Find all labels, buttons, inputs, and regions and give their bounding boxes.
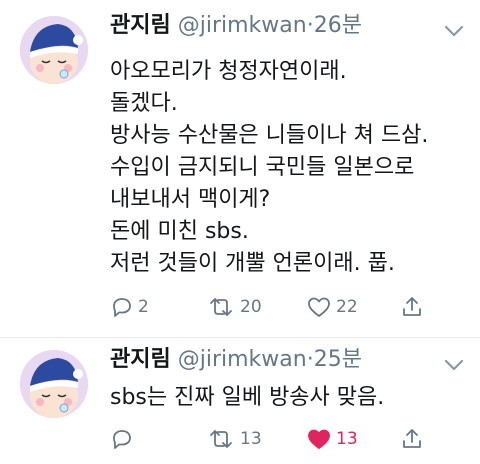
like-button[interactable]: 22 [306, 292, 358, 322]
display-name[interactable]: 관지림 [110, 347, 171, 372]
tweet-text-line: 저런 것들이 개뿔 언론이래. 풉. [110, 251, 395, 276]
display-name[interactable]: 관지림 [110, 13, 171, 38]
tweet-text-line: sbs는 진짜 일베 방송사 맞음. [110, 385, 385, 410]
tweet[interactable]: 관지림 @jirimkwan·25분 sbs는 진짜 일베 방송사 맞음. 13… [0, 338, 480, 464]
reply-icon [113, 298, 131, 317]
user-handle[interactable]: @jirimkwan [178, 347, 307, 372]
tweet-text: sbs는 진짜 일베 방송사 맞음. [110, 382, 384, 414]
retweet-button[interactable]: 20 [206, 292, 262, 322]
tweet-text-line: 내보내서 맥이게? [110, 187, 271, 212]
like-count: 22 [336, 297, 358, 317]
chevron-down-icon[interactable] [444, 358, 464, 372]
separator: · [306, 347, 314, 372]
tweet[interactable]: 관지림 @jirimkwan·26분 아오모리가 청정자연이래. 돌겠다. 방사… [0, 0, 480, 338]
tweet-text: 아오모리가 청정자연이래. 돌겠다. 방사능 수산물은 니들이나 쳐 드삼. 수… [110, 56, 428, 280]
avatar-illustration [20, 16, 88, 84]
chevron-down-icon[interactable] [444, 24, 464, 38]
user-handle[interactable]: @jirimkwan [178, 13, 307, 38]
share-button[interactable] [400, 424, 424, 454]
like-count: 13 [336, 429, 358, 449]
tweet-text-line: 수입이 금지되니 국민들 일본으로 [110, 155, 415, 180]
reply-button[interactable]: 2 [110, 292, 149, 322]
retweet-count: 13 [240, 429, 262, 449]
reply-count: 2 [138, 297, 149, 317]
tweet-actions: 13 13 [110, 424, 440, 454]
avatar[interactable] [20, 16, 88, 84]
separator: · [306, 13, 314, 38]
retweet-button[interactable]: 13 [206, 424, 262, 454]
retweet-icon [210, 430, 232, 448]
avatar-illustration [20, 350, 88, 418]
reply-icon [113, 430, 131, 449]
like-button[interactable]: 13 [306, 424, 358, 454]
share-icon [403, 429, 421, 448]
tweet-header: 관지림 @jirimkwan·26분 [110, 12, 362, 40]
retweet-count: 20 [240, 297, 262, 317]
reply-button[interactable] [110, 424, 138, 454]
tweet-text-line: 방사능 수산물은 니들이나 쳐 드삼. [110, 123, 429, 148]
tweet-text-line: 돌겠다. [110, 91, 178, 116]
tweet-actions: 2 20 22 [110, 292, 440, 322]
avatar[interactable] [20, 350, 88, 418]
share-icon [403, 297, 421, 316]
tweet-text-line: 아오모리가 청정자연이래. [110, 59, 347, 84]
tweet-text-line: 돈에 미친 sbs. [110, 219, 249, 244]
retweet-icon [210, 298, 232, 316]
heart-icon [308, 297, 330, 317]
share-button[interactable] [400, 292, 424, 322]
heart-icon [308, 429, 330, 449]
timestamp[interactable]: 25분 [314, 347, 362, 372]
tweet-header: 관지림 @jirimkwan·25분 [110, 346, 362, 374]
timestamp[interactable]: 26분 [314, 13, 362, 38]
